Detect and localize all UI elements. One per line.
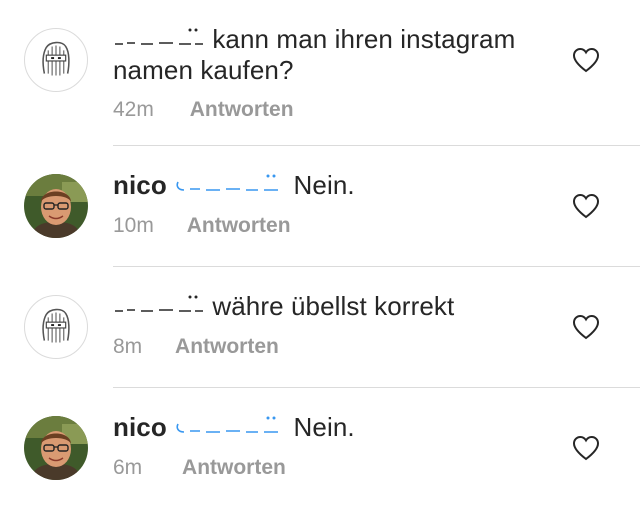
heart-outline-icon[interactable] (572, 47, 600, 73)
comment-body: Nein. (293, 170, 355, 200)
photo-avatar[interactable] (24, 174, 88, 238)
comment-text: nico Nein. (113, 170, 553, 201)
comment-item: währe übellst korrekt 8m Antworten (0, 267, 640, 387)
comment-item: nico Nein. 6m Antworten (0, 388, 640, 506)
comment-text: kann man ihren instagram namen kaufen? (113, 24, 553, 86)
timestamp: 42m (113, 98, 154, 121)
redacted-mention (113, 293, 205, 317)
redacted-mention (113, 26, 205, 50)
comment-body: Nein. (293, 412, 355, 442)
comment-item: nico Nein. 10m Antworten (0, 146, 640, 266)
heart-outline-icon[interactable] (572, 314, 600, 340)
ghost-face-icon (25, 296, 87, 358)
username[interactable]: nico (113, 170, 167, 200)
ghost-avatar[interactable] (24, 28, 88, 92)
reply-button[interactable]: Antworten (182, 456, 286, 479)
comment-body: währe übellst korrekt (212, 291, 455, 321)
comment-meta: 42m Antworten (113, 97, 294, 123)
heart-outline-icon[interactable] (572, 193, 600, 219)
timestamp: 6m (113, 456, 143, 479)
ghost-face-icon (25, 29, 87, 91)
comment-meta: 10m Antworten (113, 213, 291, 239)
comment-meta: 6m Antworten (113, 455, 286, 481)
person-photo-icon (24, 174, 88, 238)
timestamp: 10m (113, 214, 154, 237)
comment-text: nico Nein. (113, 412, 553, 443)
ghost-avatar[interactable] (24, 295, 88, 359)
redacted-mention (174, 172, 286, 196)
person-photo-icon (24, 416, 88, 480)
timestamp: 8m (113, 335, 143, 358)
comment-meta: 8m Antworten (113, 334, 279, 360)
username[interactable]: nico (113, 412, 167, 442)
heart-outline-icon[interactable] (572, 435, 600, 461)
reply-button[interactable]: Antworten (175, 335, 279, 358)
comment-item: kann man ihren instagram namen kaufen? 4… (0, 0, 640, 145)
redacted-mention (174, 414, 286, 438)
reply-button[interactable]: Antworten (187, 214, 291, 237)
comment-text: währe übellst korrekt (113, 291, 553, 322)
reply-button[interactable]: Antworten (190, 98, 294, 121)
photo-avatar[interactable] (24, 416, 88, 480)
